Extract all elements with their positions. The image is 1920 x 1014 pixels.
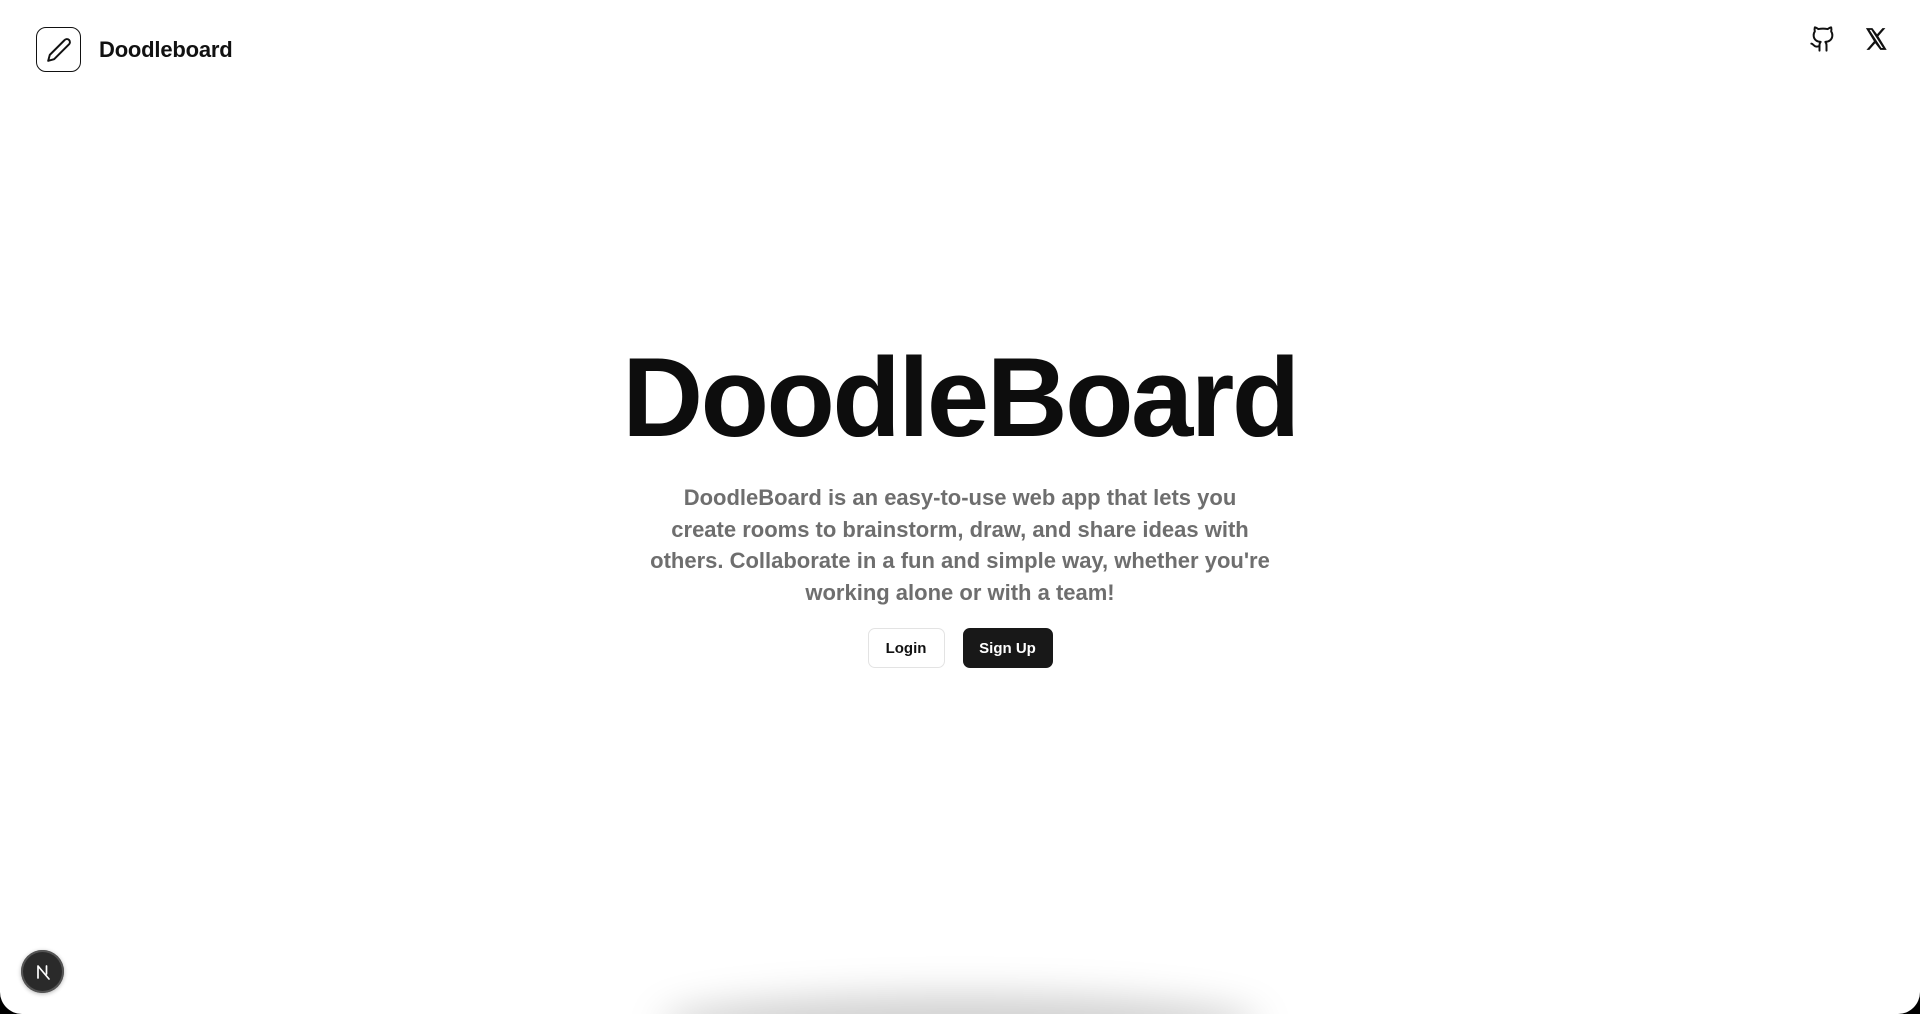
landing-page: Doodleboard DoodleBoard DoodleBoard is a… [0, 0, 1920, 1014]
social-links [1808, 24, 1890, 54]
login-button[interactable]: Login [867, 628, 945, 668]
pencil-icon [46, 37, 71, 62]
top-nav: Doodleboard [0, 0, 1920, 100]
hero-actions: Login Sign Up [867, 628, 1053, 668]
bottom-shadow [660, 994, 1260, 1014]
github-icon [1810, 26, 1834, 52]
nextjs-icon [36, 964, 50, 980]
x-icon [1865, 28, 1887, 50]
hero-section: DoodleBoard DoodleBoard is an easy-to-us… [0, 342, 1920, 668]
hero-title: DoodleBoard [622, 335, 1300, 460]
brand-name: Doodleboard [99, 36, 233, 62]
brand-logo [36, 27, 81, 72]
hero-description: DoodleBoard is an easy-to-use web app th… [650, 485, 1270, 605]
brand-link[interactable]: Doodleboard [36, 27, 233, 72]
github-link[interactable] [1808, 24, 1838, 54]
signup-button[interactable]: Sign Up [962, 628, 1053, 668]
nextjs-dev-indicator[interactable] [21, 950, 64, 993]
x-link[interactable] [1860, 24, 1890, 54]
